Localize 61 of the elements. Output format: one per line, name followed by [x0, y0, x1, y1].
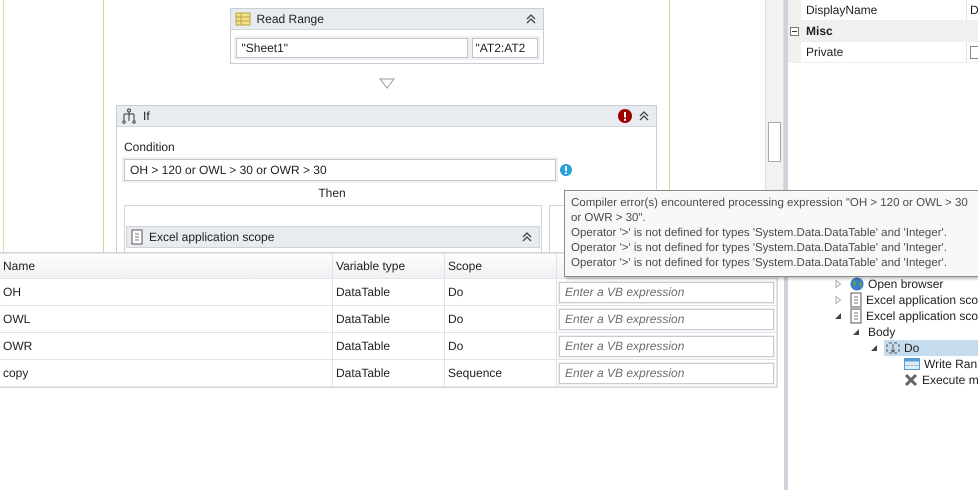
property-name: DisplayName	[801, 0, 967, 20]
branch-icon	[121, 108, 137, 124]
tree-item[interactable]: Execute m	[902, 372, 978, 388]
column-header[interactable]: Name	[0, 254, 333, 278]
condition-field[interactable]: OH > 120 or OWL > 30 or OWR > 30	[124, 159, 556, 181]
table-cell: Do	[445, 333, 557, 359]
table-cell: OH	[0, 279, 333, 305]
table-cell: OWR	[0, 333, 333, 359]
document-icon	[131, 229, 143, 245]
table-cell: DataTable	[333, 306, 445, 332]
table-cell: Do	[445, 279, 557, 305]
category-label: Misc	[805, 24, 833, 38]
tree-item[interactable]: Excel application sco	[848, 292, 978, 308]
spreadsheet-icon	[234, 12, 250, 26]
sequence-icon	[886, 341, 900, 355]
branch-label: Then	[317, 186, 347, 201]
column-header[interactable]: Variable type	[333, 254, 445, 278]
table-cell: Sequence	[445, 360, 557, 386]
table-cell: DataTable	[333, 360, 445, 386]
document-icon	[850, 308, 862, 324]
collapse-icon[interactable]	[521, 230, 533, 244]
expression-field[interactable]: Enter a VB expression	[559, 336, 774, 356]
scroll-thumb[interactable]	[768, 122, 781, 162]
table-cell: DataTable	[333, 333, 445, 359]
expression-field[interactable]: Enter a VB expression	[559, 362, 774, 384]
collapse-icon[interactable]	[638, 109, 650, 123]
activity-card[interactable]: Read Range "Sheet1" "AT2:AT2	[230, 8, 544, 64]
table-cell: DataTable	[333, 279, 445, 305]
globe-icon	[850, 277, 864, 291]
activity-title: If	[143, 109, 150, 123]
activity-header[interactable]: Read Range	[230, 9, 542, 30]
activity-header[interactable]: Excel application scope	[126, 226, 540, 248]
tree-item[interactable]: Write Ran	[902, 356, 978, 372]
table-cell: OWL	[0, 306, 333, 332]
expression-field[interactable]: Enter a VB expression	[559, 308, 774, 330]
collapse-arrow-icon[interactable]	[870, 344, 878, 352]
collapse-box-icon[interactable]	[790, 26, 799, 36]
table-icon	[904, 358, 920, 370]
tree-item[interactable]: Body	[866, 324, 900, 340]
activity-title: Excel application scope	[149, 230, 274, 244]
property-name: Private	[801, 42, 967, 62]
x-shape-icon	[904, 373, 918, 387]
table-cell: copy	[0, 360, 333, 386]
range-field[interactable]: "AT2:AT2	[472, 38, 538, 58]
property-value[interactable]: D	[967, 3, 978, 17]
tree-item[interactable]: Excel application sco	[848, 308, 978, 324]
down-triangle-icon	[378, 78, 394, 89]
sheet-field[interactable]: "Sheet1"	[236, 38, 468, 58]
expression-field[interactable]: Enter a VB expression	[559, 282, 774, 302]
collapse-icon[interactable]	[524, 12, 536, 26]
document-icon	[850, 292, 862, 308]
collapse-arrow-icon[interactable]	[834, 312, 842, 320]
tree-item[interactable]: Open browser	[848, 276, 948, 292]
condition-label: Condition	[124, 140, 176, 156]
activity-header[interactable]: If	[117, 106, 656, 127]
tree-item[interactable]: Do	[884, 340, 978, 356]
activity-title: Read Range	[256, 12, 324, 26]
error-message: Operator '>' is not defined for types 'System.Data.DataTable' and 'Integer'.	[571, 256, 948, 271]
collapse-arrow-icon[interactable]	[852, 328, 860, 336]
column-header[interactable]: Scope	[445, 254, 557, 278]
table-cell: Do	[445, 306, 557, 332]
